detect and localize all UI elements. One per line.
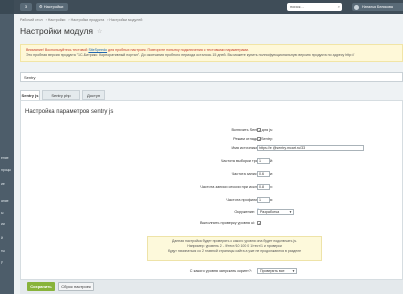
left-menu-top — [0, 0, 14, 14]
level-label: С какого уровня запускать скрипт?: — [189, 269, 252, 273]
left-menu-item[interactable]: ание — [1, 199, 9, 203]
left-menu-item[interactable]: процы — [1, 168, 11, 172]
left-menu-item[interactable]: ение — [1, 156, 9, 160]
settings-panel: Настройка параметров sentry js Включить … — [20, 100, 403, 280]
settings-button[interactable]: ⚙ Настройки — [36, 3, 68, 11]
site-select[interactable]: Sentry — [20, 72, 403, 82]
warning-text: Внимание! Воспользуйтесь тестовой — [26, 48, 89, 52]
sample-rate-input[interactable]: 1 — [257, 158, 270, 164]
footer-bar: Сохранить Сброс настроек — [20, 280, 403, 294]
env-select[interactable]: Разработка ▼ — [257, 209, 294, 215]
star-icon[interactable]: ☆ — [97, 28, 102, 35]
left-menu-item[interactable]: ии — [1, 222, 5, 226]
profiling-input[interactable]: 1 — [257, 197, 270, 203]
user-name: Наталья Беликова — [362, 5, 393, 9]
enable-js-checkbox[interactable] — [257, 128, 261, 133]
gear-icon: ⚙ — [39, 4, 43, 9]
left-menu-item[interactable]: у — [1, 260, 3, 264]
level-value: Проверять все — [260, 269, 285, 273]
settings-label: Настройки — [43, 4, 64, 9]
left-menu-item[interactable]: ты — [1, 249, 5, 253]
breadcrumb: Рабочий стол › Настройки › Настройки проду… — [20, 18, 143, 22]
reset-button[interactable]: Сброс настроек — [58, 282, 94, 291]
left-menu-item[interactable]: й — [1, 236, 3, 240]
note-line: будут начинаться со 2 главной страницы с… — [167, 249, 302, 253]
tab-access[interactable]: Доступ — [82, 90, 105, 100]
notifications-count: 3 — [24, 4, 28, 9]
search-placeholder: поиск... — [290, 4, 304, 9]
warning-text: для пробных настроек. Повторите попытку … — [107, 48, 249, 52]
panel-title: Настройка параметров sentry js — [25, 109, 114, 115]
session-rate-input[interactable]: 0.6 — [257, 171, 270, 177]
top-bar: 3 ⚙ Настройки поиск... ⌕ Наталья Беликов… — [14, 0, 403, 14]
debug-checkbox[interactable] — [257, 137, 261, 142]
debug-label: Режим отладки Sentry: — [233, 137, 273, 141]
save-button[interactable]: Сохранить — [27, 282, 55, 291]
user-check-label: Выполнить проверку уровня ui: — [200, 221, 255, 225]
level-select[interactable]: Проверять все ▼ — [257, 268, 297, 274]
breadcrumb-item[interactable]: Рабочий стол — [20, 18, 43, 22]
search-input[interactable]: поиск... ⌕ — [287, 3, 342, 11]
tab-sentry-php[interactable]: Sentry php — [42, 90, 80, 100]
chevron-down-icon: ▼ — [289, 210, 292, 214]
breadcrumb-item[interactable]: Настройки продукта — [71, 18, 105, 22]
chevron-down-icon: ▼ — [292, 269, 295, 273]
warning-box: Внимание! Воспользуйтесь тестовой SiteSp… — [20, 44, 403, 62]
search-icon[interactable]: ⌕ — [338, 3, 340, 11]
error-rate-input[interactable]: 0.8 — [257, 184, 270, 190]
breadcrumb-item[interactable]: Настройки — [48, 18, 66, 22]
env-value: Разработка — [260, 210, 280, 214]
user-check-checkbox[interactable] — [257, 221, 261, 226]
breadcrumb-item[interactable]: Настройки модулей — [109, 18, 142, 22]
dsn-input[interactable]: https://e @sentry.mcart.ru/33 — [257, 145, 364, 151]
enable-js-label: Включить Sentry для js: — [231, 128, 273, 132]
left-menu: ение процы ие ание ы ии й ты у — [0, 0, 14, 294]
page-title: Настройки модуля — [20, 26, 94, 36]
env-label: Окружение: — [234, 210, 255, 214]
left-menu-item[interactable]: ы — [1, 211, 3, 215]
notifications-button[interactable]: 3 — [20, 3, 32, 11]
warning-link[interactable]: SiteSpeedo — [88, 48, 107, 52]
avatar — [354, 4, 359, 10]
info-note: Данная настройка будет проверять с каког… — [147, 236, 322, 261]
warning-line-2: Это пробная версия продукта "1С-Битрикс:… — [26, 53, 355, 57]
user-menu[interactable]: Наталья Беликова — [352, 3, 403, 11]
left-menu-item[interactable]: ие — [1, 182, 5, 186]
